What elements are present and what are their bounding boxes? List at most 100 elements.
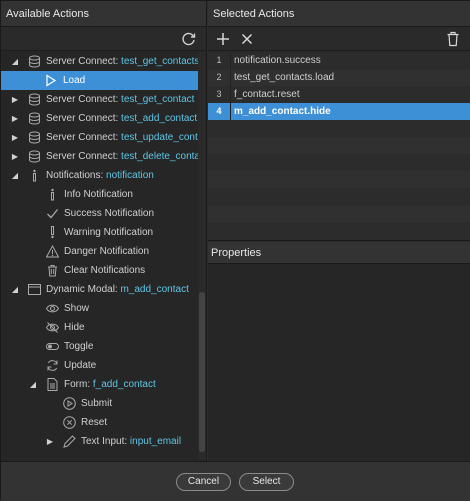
caret-right-icon[interactable]: ▶ (10, 147, 20, 166)
tree-node-show[interactable]: Show (1, 299, 199, 318)
tree-node-server-connect-update-contact[interactable]: ▶ Server Connect: test_update_contact (1, 128, 199, 147)
selected-action-row[interactable]: 2 test_get_contacts.load (208, 69, 470, 86)
tree-node-submit[interactable]: Submit (1, 394, 199, 413)
available-actions-toolbar (1, 27, 206, 51)
properties-panel (208, 264, 470, 461)
empty-row (208, 205, 470, 222)
refresh-icon[interactable] (180, 30, 198, 48)
trash-icon (46, 264, 59, 277)
empty-row (208, 171, 470, 188)
form-document-icon (46, 378, 59, 391)
tree-node-label: Server Connect: test_update_contact (46, 132, 199, 143)
play-icon (44, 74, 57, 87)
select-button[interactable]: Select (239, 473, 294, 491)
row-number: 4 (216, 106, 222, 116)
tree-node-clear-notifications[interactable]: Clear Notifications (1, 261, 199, 280)
tree-node-dynamic-modal[interactable]: ◢ Dynamic Modal: m_add_contact (1, 280, 199, 299)
tree-node-label: Notifications: notification (46, 170, 154, 181)
add-icon[interactable] (214, 30, 232, 48)
caret-down-icon[interactable]: ◢ (10, 52, 20, 71)
remove-icon[interactable] (238, 30, 256, 48)
tree-node-label: Load (63, 75, 86, 86)
selected-action-row[interactable]: 3 f_contact.reset (208, 86, 470, 103)
tree-node-update[interactable]: Update (1, 356, 199, 375)
database-icon (28, 112, 41, 125)
tree-node-label: Server Connect: test_delete_contact (46, 151, 199, 162)
tree-node-server-connect-delete-contact[interactable]: ▶ Server Connect: test_delete_contact (1, 147, 199, 166)
empty-row (208, 120, 470, 137)
caret-right-icon[interactable]: ▶ (10, 128, 20, 147)
info-icon (28, 169, 41, 182)
caret-down-icon[interactable]: ◢ (10, 166, 20, 185)
tree-node-label: Server Connect: test_get_contact (46, 94, 195, 105)
selected-actions-list: 1 notification.success 2 test_get_contac… (208, 52, 470, 241)
tree-node-reset[interactable]: Reset (1, 413, 199, 432)
tree-node-hide[interactable]: Hide (1, 318, 199, 337)
selected-action-row[interactable]: 4 m_add_contact.hide (208, 103, 470, 120)
tree-node-label: Server Connect: test_get_contacts (46, 56, 199, 67)
eye-icon (45, 302, 60, 315)
row-number: 1 (216, 55, 222, 65)
tree-node-label: Clear Notifications (64, 265, 146, 276)
tree-node-toggle[interactable]: Toggle (1, 337, 199, 356)
empty-row (208, 137, 470, 154)
close-circle-icon (63, 416, 76, 429)
caret-right-icon[interactable]: ▶ (10, 90, 20, 109)
action-picker-dialog: Available Actions ◢ Server Connect: test… (0, 0, 470, 501)
row-number: 2 (216, 72, 222, 82)
tree-node-label: Reset (81, 417, 108, 428)
tree-node-load[interactable]: Load (1, 71, 199, 90)
tree-node-form[interactable]: ◢ Form: f_add_contact (1, 375, 199, 394)
database-icon (28, 55, 41, 68)
tree-node-label: Submit (81, 398, 113, 409)
tree-node-danger-notification[interactable]: Danger Notification (1, 242, 199, 261)
trash-icon[interactable] (444, 30, 462, 48)
action-value: m_add_contact.hide (234, 106, 331, 117)
cancel-button[interactable]: Cancel (176, 473, 231, 491)
tree-node-label: Update (64, 360, 97, 371)
selected-actions-panel: Selected Actions 1 notification.success … (208, 1, 470, 461)
info-icon (46, 188, 59, 201)
modal-window-icon (28, 283, 41, 296)
tree-node-server-connect-get-contacts[interactable]: ◢ Server Connect: test_get_contacts (1, 52, 199, 71)
row-divider (230, 86, 231, 103)
tree-node-success-notification[interactable]: Success Notification (1, 204, 199, 223)
row-number: 3 (216, 89, 222, 99)
tree-node-warning-notification[interactable]: Warning Notification (1, 223, 199, 242)
tree-node-label: Success Notification (64, 208, 155, 219)
database-icon (28, 150, 41, 163)
row-divider (230, 52, 231, 69)
pencil-icon (63, 435, 76, 448)
submit-circle-icon (63, 397, 76, 410)
tree-node-label: Show (64, 303, 90, 314)
tree-node-text-input[interactable]: ▶ Text Input: input_email (1, 432, 199, 451)
tree-node-info-notification[interactable]: Info Notification (1, 185, 199, 204)
tree-node-server-connect-add-contact[interactable]: ▶ Server Connect: test_add_contact (1, 109, 199, 128)
row-divider (230, 69, 231, 86)
action-value: test_get_contacts.load (234, 72, 335, 83)
available-actions-panel: Available Actions ◢ Server Connect: test… (1, 1, 207, 461)
toggle-icon (46, 340, 59, 353)
tree-node-notifications[interactable]: ◢ Notifications: notification (1, 166, 199, 185)
database-icon (28, 131, 41, 144)
tree-scrollbar[interactable] (198, 52, 206, 460)
row-divider (230, 103, 231, 120)
warning-triangle-icon (45, 244, 60, 258)
tree-node-label: Danger Notification (64, 246, 150, 257)
tree-node-label: Toggle (64, 341, 94, 352)
empty-row (208, 222, 470, 239)
tree-node-label: Form: f_add_contact (64, 379, 156, 390)
tree-node-label: Text Input: input_email (81, 436, 182, 447)
tree-node-label: Server Connect: test_add_contact (46, 113, 198, 124)
caret-right-icon[interactable]: ▶ (10, 109, 20, 128)
database-icon (28, 93, 41, 106)
available-actions-title: Available Actions (1, 1, 206, 27)
caret-down-icon[interactable]: ◢ (28, 375, 38, 394)
caret-right-icon[interactable]: ▶ (45, 432, 55, 451)
tree-scrollbar-thumb[interactable] (199, 292, 205, 452)
tree-node-server-connect-get-contact[interactable]: ▶ Server Connect: test_get_contact (1, 90, 199, 109)
caret-down-icon[interactable]: ◢ (10, 280, 20, 299)
empty-row (208, 188, 470, 205)
selected-actions-title: Selected Actions (208, 1, 470, 27)
selected-action-row[interactable]: 1 notification.success (208, 52, 470, 69)
